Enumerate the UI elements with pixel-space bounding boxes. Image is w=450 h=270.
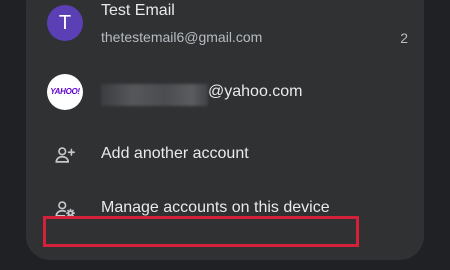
redacted-email-username [101,84,208,106]
account-row-test-email[interactable]: T Test Email thetestemail6@gmail.com 2 [26,0,424,66]
add-account-label: Add another account [101,145,249,162]
account-name: Test Email [101,2,175,19]
yahoo-logo-avatar: YAHOO! [47,74,83,110]
person-add-icon [55,147,75,163]
avatar: T [47,5,83,41]
account-row-yahoo[interactable]: YAHOO! @yahoo.com [26,72,424,128]
manage-accounts-label: Manage accounts on this device [101,199,330,216]
unread-count: 2 [400,30,408,46]
manage-accounts-item[interactable]: Manage accounts on this device [26,182,424,238]
manage-accounts-icon [55,201,75,218]
account-email: @yahoo.com [208,83,303,100]
add-another-account-item[interactable]: Add another account [26,128,424,184]
yahoo-logo-text: YAHOO! [50,87,80,96]
account-email: thetestemail6@gmail.com [101,29,263,45]
account-switcher-sheet: T Test Email thetestemail6@gmail.com 2 Y… [26,0,424,260]
